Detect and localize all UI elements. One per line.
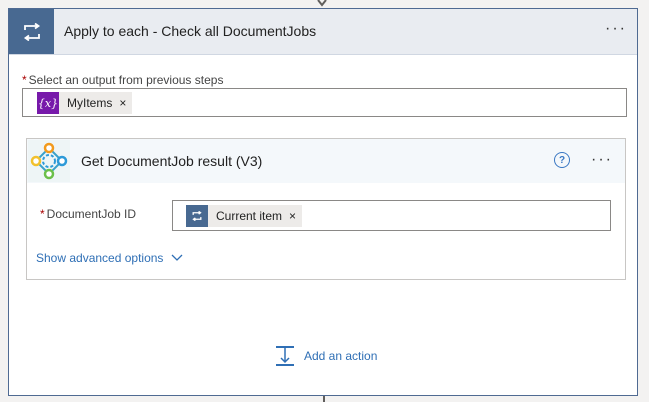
apply-to-each-card: Apply to each - Check all DocumentJobs ·… bbox=[8, 8, 638, 396]
documentjob-id-label: * DocumentJob ID bbox=[40, 207, 136, 221]
action-header[interactable]: Get DocumentJob result (V3) ? ··· bbox=[27, 139, 625, 183]
add-an-action-label: Add an action bbox=[304, 349, 378, 363]
documentjob-id-input[interactable]: Current item × bbox=[172, 200, 611, 231]
add-an-action-button[interactable]: Add an action bbox=[274, 345, 377, 367]
required-marker: * bbox=[40, 207, 45, 221]
loop-arrows-icon bbox=[23, 22, 40, 41]
action-more-menu-button[interactable]: ··· bbox=[591, 151, 613, 169]
documentjob-id-label-text: DocumentJob ID bbox=[46, 207, 137, 221]
remove-current-item-token-button[interactable]: × bbox=[289, 209, 296, 223]
myitems-token[interactable]: {x} MyItems × bbox=[37, 92, 133, 114]
variable-icon: {x} bbox=[37, 92, 59, 114]
select-output-input[interactable]: {x} MyItems × bbox=[22, 88, 627, 117]
loop-header[interactable]: Apply to each - Check all DocumentJobs ·… bbox=[9, 9, 637, 55]
loop-icon bbox=[9, 9, 54, 54]
get-documentjob-action-card: Get DocumentJob result (V3) ? ··· * Docum… bbox=[26, 138, 626, 280]
action-title: Get DocumentJob result (V3) bbox=[81, 153, 263, 169]
output-field-label-text: Select an output from previous steps bbox=[28, 73, 224, 87]
help-icon[interactable]: ? bbox=[554, 152, 570, 168]
remove-myitems-token-button[interactable]: × bbox=[119, 96, 126, 110]
current-item-token-label: Current item bbox=[216, 209, 283, 223]
required-marker: * bbox=[22, 73, 27, 87]
chevron-down-icon bbox=[171, 254, 183, 261]
show-advanced-options-label: Show advanced options bbox=[36, 251, 164, 265]
loop-title: Apply to each - Check all DocumentJobs bbox=[64, 23, 317, 39]
add-action-icon bbox=[276, 346, 294, 366]
current-item-token[interactable]: Current item × bbox=[186, 205, 303, 227]
myitems-token-label: MyItems bbox=[67, 96, 113, 110]
show-advanced-options-link[interactable]: Show advanced options bbox=[36, 251, 183, 265]
loop-more-menu-button[interactable]: ··· bbox=[605, 20, 627, 38]
output-field-label: * Select an output from previous steps bbox=[22, 73, 223, 87]
flow-connector-arrow-icon bbox=[317, 0, 327, 7]
connector-logo-icon bbox=[28, 140, 70, 182]
loop-token-icon bbox=[186, 205, 208, 227]
flow-connector-line bbox=[323, 396, 325, 402]
